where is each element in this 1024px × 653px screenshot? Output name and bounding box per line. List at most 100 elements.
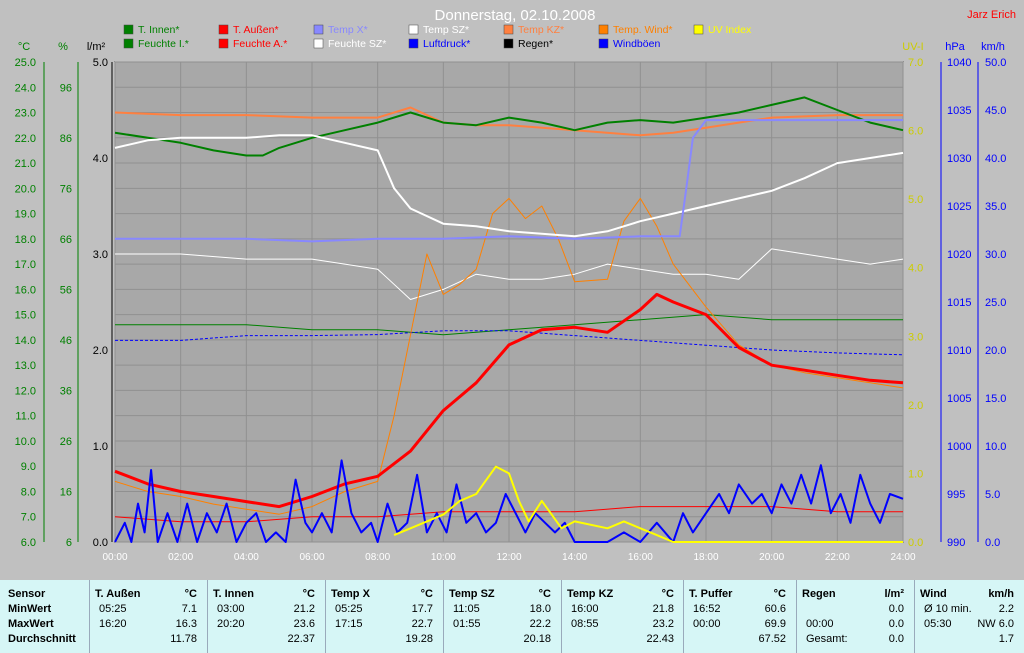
celsius-tick-label: 19.0 (15, 209, 36, 221)
legend-label: Luftdruck* (423, 38, 470, 50)
celsius-tick-label: 12.0 (15, 385, 36, 397)
uv-tick-label: 2.0 (908, 400, 923, 412)
wind-tick-label: 45.0 (985, 105, 1006, 117)
percent-tick-label: 16 (60, 486, 72, 498)
table-divider (207, 580, 208, 653)
table-header: Sensor (8, 588, 46, 600)
table-cell-value: 20.18 (523, 633, 551, 645)
legend-swatch (598, 38, 609, 49)
celsius-tick-label: 15.0 (15, 310, 36, 322)
pressure-unit-label: hPa (945, 41, 965, 53)
table-cell-value: 22.2 (529, 618, 551, 630)
rain-tick-label: 2.0 (93, 345, 108, 357)
table-divider (683, 580, 684, 653)
table-unit: l/m² (884, 588, 904, 600)
legend-swatch (408, 24, 419, 35)
row-label: MaxWert (8, 618, 54, 630)
celsius-tick-label: 13.0 (15, 360, 36, 372)
x-tick-label: 24:00 (890, 552, 915, 563)
percent-tick-label: 6 (66, 537, 72, 549)
x-tick-label: 14:00 (562, 552, 587, 563)
table-divider (325, 580, 326, 653)
celsius-tick-label: 22.0 (15, 133, 36, 145)
x-tick-label: 18:00 (693, 552, 718, 563)
pressure-tick-label: 1010 (947, 345, 971, 357)
rain-tick-label: 5.0 (93, 57, 108, 69)
table-cell-value: 0.0 (888, 618, 904, 630)
celsius-tick-label: 6.0 (21, 537, 36, 549)
author-label: Jarz Erich (967, 9, 1016, 21)
table-unit: °C (661, 588, 674, 600)
table-divider (796, 580, 797, 653)
row-label: Durchschnitt (8, 633, 76, 645)
celsius-tick-label: 20.0 (15, 183, 36, 195)
legend-label: Temp X* (328, 24, 368, 36)
weather-chart: Donnerstag, 02.10.2008 Jarz Erich T. Inn… (0, 0, 1024, 580)
rain-tick-label: 3.0 (93, 249, 108, 261)
table-cell-value: 1.7 (998, 633, 1014, 645)
celsius-tick-label: 17.0 (15, 259, 36, 271)
uv-tick-label: 3.0 (908, 331, 923, 343)
legend-label: Temp. Wind* (613, 24, 673, 36)
legend-swatch (218, 38, 229, 49)
table-cell-value: 21.2 (293, 603, 315, 615)
legend-swatch (408, 38, 419, 49)
percent-tick-label: 96 (60, 82, 72, 94)
celsius-tick-label: 18.0 (15, 234, 36, 246)
rain-tick-label: 1.0 (93, 441, 108, 453)
celsius-tick-label: 8.0 (21, 486, 36, 498)
legend-swatch (503, 24, 514, 35)
celsius-tick-label: 9.0 (21, 461, 36, 473)
pressure-tick-label: 995 (947, 489, 965, 501)
table-cell-value: 22.37 (287, 633, 315, 645)
x-tick-label: 02:00 (168, 552, 193, 563)
percent-tick-label: 86 (60, 133, 72, 145)
uv-tick-label: 0.0 (908, 537, 923, 549)
legend-label: UV Index (708, 24, 752, 36)
wind-tick-label: 5.0 (985, 489, 1000, 501)
celsius-tick-label: 24.0 (15, 82, 36, 94)
table-cell-value: 11.78 (170, 633, 197, 645)
legend-swatch (693, 24, 704, 35)
x-tick-label: 20:00 (759, 552, 784, 563)
legend-label: Temp KZ* (518, 24, 564, 36)
table-cell-value: 22.7 (411, 618, 433, 630)
table-unit: °C (420, 588, 433, 600)
table-divider (914, 580, 915, 653)
table-cell-value: 2.2 (998, 603, 1014, 615)
rain-tick-label: 4.0 (93, 153, 108, 165)
celsius-tick-label: 23.0 (15, 108, 36, 120)
legend-label: T. Innen* (138, 24, 179, 36)
uv-unit-label: UV-I (902, 41, 923, 53)
table-divider (443, 580, 444, 653)
celsius-tick-label: 21.0 (15, 158, 36, 170)
table-cell-value: 16.3 (175, 618, 197, 630)
legend-label: Temp SZ* (423, 24, 469, 36)
celsius-tick-label: 7.0 (21, 512, 36, 524)
legend-label: Windböen (613, 38, 660, 50)
celsius-unit-label: °C (18, 41, 30, 53)
row-label: MinWert (8, 603, 52, 615)
wind-tick-label: 0.0 (985, 537, 1000, 549)
legend-label: Feuchte I.* (138, 38, 189, 50)
wind-tick-label: 40.0 (985, 153, 1006, 165)
x-tick-label: 16:00 (628, 552, 653, 563)
table-cell-value: NW 6.0 (977, 618, 1014, 630)
percent-unit-label: % (58, 41, 68, 53)
legend-swatch (503, 38, 514, 49)
celsius-tick-label: 10.0 (15, 436, 36, 448)
chart-title: Donnerstag, 02.10.2008 (435, 7, 596, 24)
x-tick-label: 06:00 (299, 552, 324, 563)
pressure-tick-label: 1040 (947, 57, 971, 69)
table-cell-value: 69.9 (764, 618, 786, 630)
legend-label: Regen* (518, 38, 553, 50)
table-cell-value: 17.7 (411, 603, 433, 615)
wind-tick-label: 25.0 (985, 297, 1006, 309)
table-cell-value: 0.0 (888, 633, 904, 645)
table-divider (561, 580, 562, 653)
x-tick-label: 00:00 (102, 552, 127, 563)
rain-tick-label: 0.0 (93, 537, 108, 549)
legend-swatch (313, 24, 324, 35)
table-cell-value: 19.28 (405, 633, 433, 645)
table-cell-value: 0.0 (888, 603, 904, 615)
